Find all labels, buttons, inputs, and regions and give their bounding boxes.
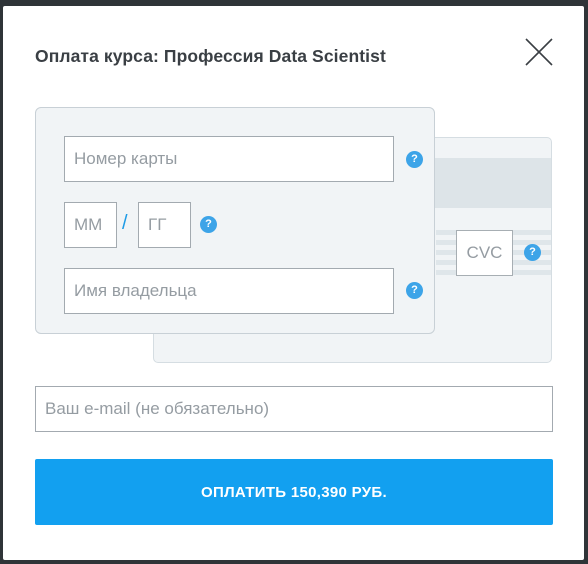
help-icon[interactable]: ? (406, 151, 423, 168)
help-icon[interactable]: ? (524, 244, 541, 261)
help-icon[interactable]: ? (200, 216, 217, 233)
card-front: ? / ? ? (35, 107, 435, 334)
pay-button[interactable]: ОПЛАТИТЬ 150,390 РУБ. (35, 459, 553, 525)
card-holder-input[interactable] (64, 268, 394, 314)
expiry-year-input[interactable] (138, 202, 191, 248)
expiry-separator: / (122, 212, 128, 234)
email-input[interactable] (35, 386, 553, 432)
expiry-month-input[interactable] (64, 202, 117, 248)
cvc-input[interactable] (456, 230, 513, 276)
close-icon[interactable] (523, 36, 555, 68)
modal-title: Оплата курса: Профессия Data Scientist (35, 46, 386, 66)
help-icon[interactable]: ? (406, 282, 423, 299)
payment-modal: Оплата курса: Профессия Data Scientist ?… (3, 6, 584, 560)
card-number-input[interactable] (64, 136, 394, 182)
